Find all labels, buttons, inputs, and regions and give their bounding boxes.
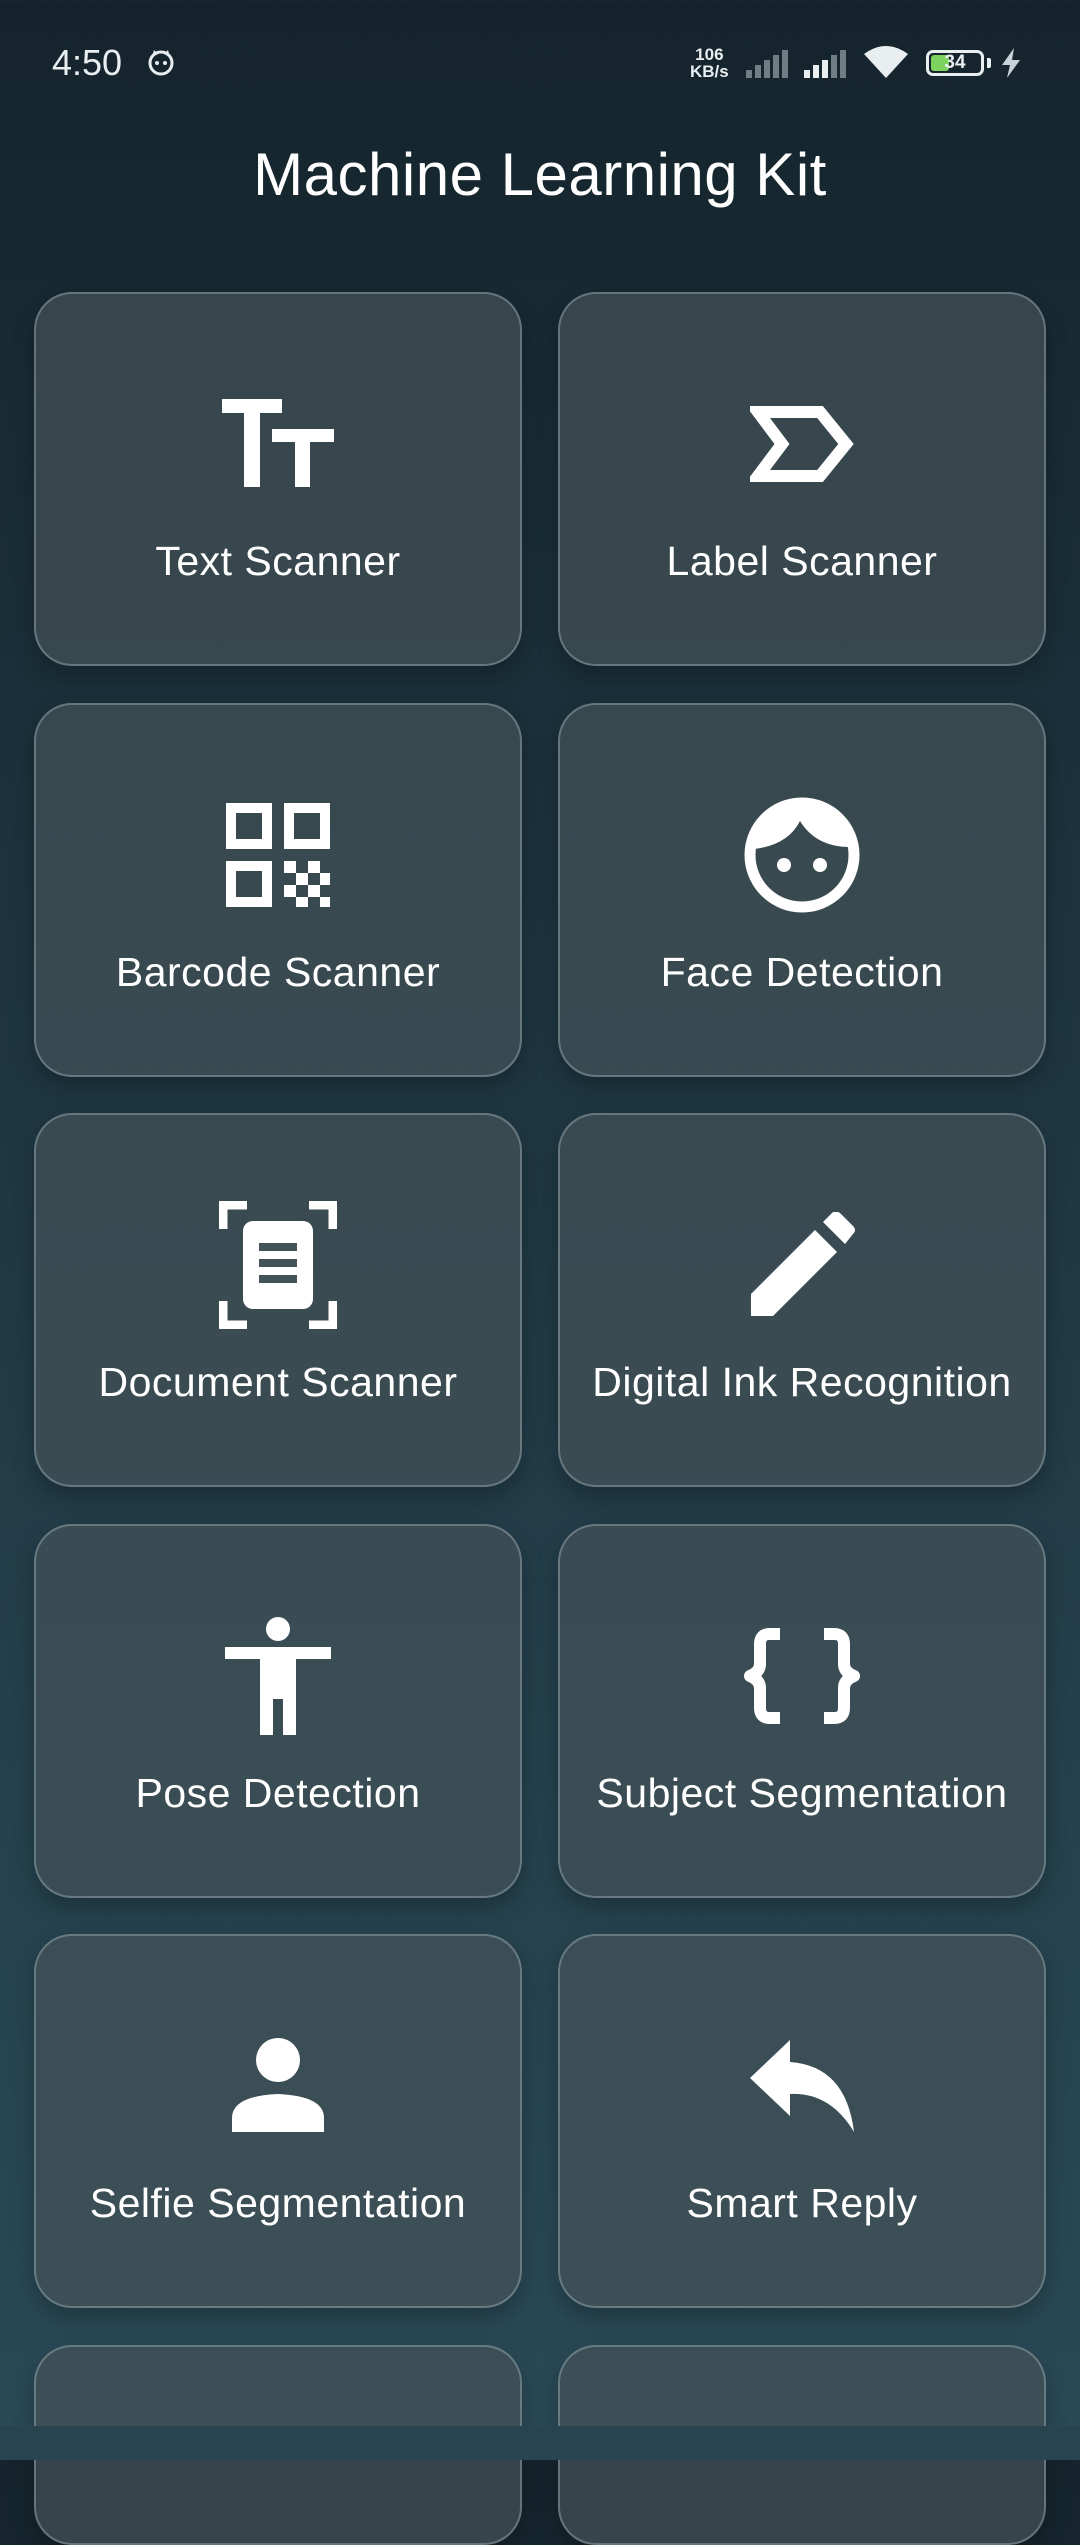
text-fields-icon [218,384,338,504]
accessibility-icon [218,1616,338,1736]
card-label: Text Scanner [155,538,401,584]
card-label: Smart Reply [686,2180,918,2226]
card-label: Subject Segmentation [596,1770,1008,1816]
subject-segmentation-card[interactable]: Subject Segmentation [558,1524,1046,1898]
card-label: Selfie Segmentation [89,2180,467,2226]
navigation-bar [0,2426,1080,2460]
feature-grid: Text Scanner Label Scanner Barcode Scann… [0,0,1080,2545]
selfie-segmentation-card[interactable]: Selfie Segmentation [34,1934,522,2308]
label-icon [742,384,862,504]
face-icon [742,795,862,915]
barcode-scanner-card[interactable]: Barcode Scanner [34,703,522,1077]
qr-code-icon [218,795,338,915]
document-scanner-icon [218,1201,338,1329]
text-scanner-card[interactable]: Text Scanner [34,292,522,666]
digital-ink-card[interactable]: Digital Ink Recognition [558,1113,1046,1487]
card-label: Digital Ink Recognition [592,1359,1012,1405]
card-label: Face Detection [660,949,944,995]
person-icon [218,2026,338,2146]
card-label: Pose Detection [135,1770,421,1816]
document-scanner-card[interactable]: Document Scanner [34,1113,522,1487]
curly-braces-icon [742,1616,862,1736]
label-scanner-card[interactable]: Label Scanner [558,292,1046,666]
pose-detection-card[interactable]: Pose Detection [34,1524,522,1898]
card-label: Barcode Scanner [115,949,441,995]
card-label: Label Scanner [666,538,938,584]
smart-reply-card[interactable]: Smart Reply [558,1934,1046,2308]
face-detection-card[interactable]: Face Detection [558,703,1046,1077]
card-label: Document Scanner [98,1359,458,1405]
pencil-icon [742,1205,862,1325]
reply-icon [742,2026,862,2146]
